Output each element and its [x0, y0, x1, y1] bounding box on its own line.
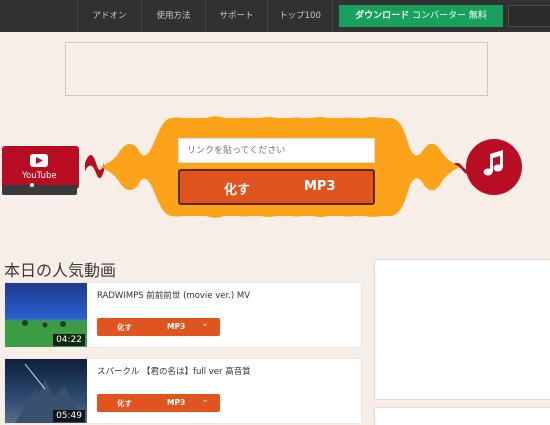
- video-duration: 04:22: [53, 334, 85, 346]
- video-convert-button[interactable]: 化す MP3 ⌄: [97, 318, 220, 336]
- video-title[interactable]: RADWIMPS 前前前世 (movie ver.) MV: [97, 289, 250, 301]
- chevron-down-icon[interactable]: ⌄: [201, 319, 209, 329]
- music-target: [466, 139, 522, 195]
- video-thumbnail[interactable]: 04:22: [5, 283, 87, 347]
- chevron-down-icon[interactable]: ⌄: [201, 395, 209, 405]
- side-ad-box-2: [374, 407, 550, 425]
- video-format-label: MP3: [167, 398, 186, 407]
- format-label: MP3: [304, 179, 336, 194]
- list-item: 04:22 RADWIMPS 前前前世 (movie ver.) MV 化す M…: [4, 282, 362, 348]
- url-input[interactable]: [178, 138, 375, 163]
- popular-videos-title: 本日の人気動画: [4, 261, 117, 280]
- video-title[interactable]: スパークル 【君の名は】full ver 高音質: [97, 365, 251, 377]
- convert-label: 化す: [224, 183, 251, 198]
- video-convert-label: 化す: [117, 323, 132, 332]
- video-duration: 05:49: [53, 410, 85, 422]
- video-convert-button[interactable]: 化す MP3 ⌄: [97, 394, 220, 412]
- youtube-label: YouTube: [22, 171, 57, 181]
- list-item: 05:49 スパークル 【君の名は】full ver 高音質 化す MP3 ⌄: [4, 358, 362, 424]
- video-format-label: MP3: [167, 322, 186, 331]
- convert-button[interactable]: 化す MP3: [178, 169, 375, 205]
- side-ad-box: [374, 259, 550, 400]
- video-convert-label: 化す: [117, 399, 132, 408]
- video-thumbnail[interactable]: 05:49: [5, 359, 87, 423]
